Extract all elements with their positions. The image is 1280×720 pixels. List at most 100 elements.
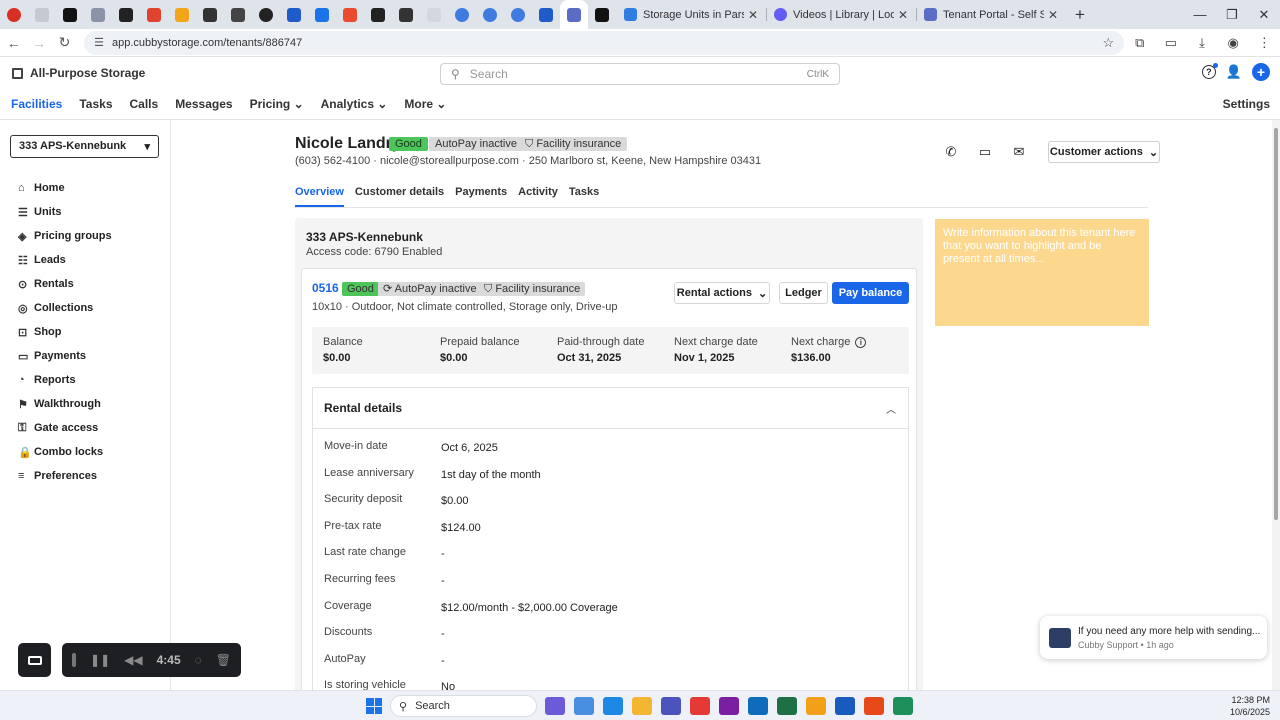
pinned-tab[interactable] — [560, 0, 588, 29]
minimize-icon[interactable]: — — [1184, 7, 1216, 23]
camera-button[interactable] — [18, 643, 51, 677]
sidebar-item-rentals[interactable]: ⊙ Rentals — [18, 272, 112, 296]
taskbar-app-icon[interactable] — [748, 697, 768, 715]
sidebar-item-leads[interactable]: ☷ Leads — [18, 248, 112, 272]
sidebar-item-shop[interactable]: ⊡ Shop — [18, 320, 112, 344]
sidebar-item-collections[interactable]: ◎ Collections — [18, 296, 112, 320]
pinned-tab[interactable] — [112, 0, 140, 29]
pinned-tab[interactable] — [280, 0, 308, 29]
nav-facilities[interactable]: Facilities — [11, 97, 62, 111]
pinned-tab[interactable] — [84, 0, 112, 29]
tab-tasks[interactable]: Tasks — [569, 186, 599, 207]
help-icon[interactable]: ? — [1201, 63, 1218, 79]
nav-analytics[interactable]: Analytics ⌄ — [321, 97, 388, 111]
restart-icon[interactable]: ◌ — [195, 653, 202, 667]
reload-icon[interactable]: ↻ — [53, 34, 76, 51]
browser-tab[interactable]: Videos | Library | Loom ✕ — [766, 0, 916, 29]
support-chat-toast[interactable]: If you need any more help with sending..… — [1040, 616, 1267, 659]
page-scrollbar[interactable] — [1272, 120, 1280, 690]
stop-icon[interactable] — [72, 653, 77, 667]
taskbar-app-icon[interactable] — [603, 697, 623, 715]
nav-more[interactable]: More ⌄ — [404, 97, 446, 111]
taskbar-app-icon[interactable] — [806, 697, 826, 715]
chevron-up-icon[interactable]: ︿ — [886, 401, 896, 416]
phone-icon[interactable]: ✆ — [940, 141, 962, 163]
add-icon[interactable]: + — [1252, 63, 1270, 81]
email-icon[interactable]: ✉ — [1008, 141, 1030, 163]
tenant-notes-field[interactable]: Write information about this tenant here… — [935, 219, 1149, 326]
trash-icon[interactable]: 🗑 — [216, 653, 231, 667]
pay-balance-button[interactable]: Pay balance — [832, 282, 909, 304]
browser-tab[interactable]: Storage Units in Parsonsfield ✕ — [616, 0, 766, 29]
pinned-tab[interactable] — [448, 0, 476, 29]
tab-customer-details[interactable]: Customer details — [355, 186, 444, 207]
browser-tab[interactable]: Tenant Portal - Self Storage ✕ — [916, 0, 1066, 29]
pinned-tab[interactable] — [308, 0, 336, 29]
nav-messages[interactable]: Messages — [175, 97, 232, 111]
settings-link[interactable]: Settings — [1223, 97, 1270, 111]
pinned-tab[interactable] — [420, 0, 448, 29]
pinned-tab[interactable] — [336, 0, 364, 29]
sidebar-item-gate-access[interactable]: ⚿ Gate access — [18, 416, 112, 440]
pinned-tab[interactable] — [364, 0, 392, 29]
extensions-icon[interactable]: ⧉ — [1124, 35, 1155, 51]
windows-start-icon[interactable] — [366, 698, 382, 714]
sidebar-item-pricing-groups[interactable]: ◈ Pricing groups — [18, 224, 112, 248]
sms-icon[interactable]: ▭ — [974, 141, 996, 163]
sidebar-item-units[interactable]: ☰ Units — [18, 200, 112, 224]
pinned-tab[interactable] — [476, 0, 504, 29]
rental-actions-button[interactable]: Rental actions ⌄ — [674, 282, 770, 304]
pinned-tab[interactable] — [140, 0, 168, 29]
unit-number-link[interactable]: 0516 — [312, 281, 339, 295]
pinned-tab[interactable] — [504, 0, 532, 29]
site-info-icon[interactable]: ☰ — [94, 36, 104, 49]
user-icon[interactable]: 👤 — [1226, 64, 1242, 80]
taskbar-app-icon[interactable] — [661, 697, 681, 715]
scrollbar-thumb[interactable] — [1274, 128, 1278, 520]
system-clock[interactable]: 12:38 PM 10/6/2025 — [1230, 694, 1270, 718]
sidebar-item-payments[interactable]: ▭ Payments — [18, 344, 112, 368]
nav-tasks[interactable]: Tasks — [79, 97, 112, 111]
rewind-icon[interactable]: ◀◀ — [124, 653, 142, 667]
info-icon[interactable]: i — [855, 336, 867, 348]
back-icon[interactable]: ← — [2, 35, 25, 51]
url-field[interactable]: ☰ app.cubbystorage.com/tenants/886747 ☆ — [84, 30, 1125, 55]
taskbar-app-icon[interactable] — [574, 697, 594, 715]
close-window-icon[interactable]: ✕ — [1248, 7, 1280, 23]
cast-icon[interactable]: ▭ — [1155, 35, 1186, 51]
taskbar-app-icon[interactable] — [835, 697, 855, 715]
rental-details-header[interactable]: Rental details ︿ — [313, 388, 908, 429]
nav-pricing[interactable]: Pricing ⌄ — [250, 97, 304, 111]
taskbar-app-icon[interactable] — [719, 697, 739, 715]
pinned-tab[interactable] — [168, 0, 196, 29]
taskbar-app-icon[interactable] — [690, 697, 710, 715]
close-icon[interactable]: ✕ — [748, 8, 758, 22]
nav-calls[interactable]: Calls — [130, 97, 159, 111]
sidebar-item-reports[interactable]: ◔ Reports — [18, 368, 112, 392]
sidebar-item-home[interactable]: ⌂ Home — [18, 176, 112, 200]
sidebar-item-walkthrough[interactable]: ⚑ Walkthrough — [18, 392, 112, 416]
download-icon[interactable]: ⤓ — [1186, 35, 1217, 51]
sidebar-item-combo-locks[interactable]: 🔒 Combo locks — [18, 440, 112, 464]
ledger-button[interactable]: Ledger — [779, 282, 828, 304]
profile-icon[interactable]: ◉ — [1218, 35, 1249, 51]
taskbar-search[interactable]: ⚲ Search — [390, 695, 537, 717]
taskbar-app-icon[interactable] — [632, 697, 652, 715]
taskbar-app-icon[interactable] — [864, 697, 884, 715]
pinned-tab[interactable] — [252, 0, 280, 29]
close-icon[interactable]: ✕ — [898, 8, 908, 22]
taskbar-app-icon[interactable] — [893, 697, 913, 715]
sidebar-item-preferences[interactable]: ≡ Preferences — [18, 464, 112, 488]
brand[interactable]: All-Purpose Storage — [12, 66, 145, 80]
tab-activity[interactable]: Activity — [518, 186, 558, 207]
taskbar-app-icon[interactable] — [545, 697, 565, 715]
pinned-tab[interactable] — [532, 0, 560, 29]
close-icon[interactable]: ✕ — [1048, 8, 1058, 22]
forward-icon[interactable]: → — [27, 35, 50, 51]
pinned-tab[interactable] — [224, 0, 252, 29]
search-input[interactable]: ⚲ Search CtrlK — [440, 63, 840, 85]
pause-icon[interactable]: ❚❚ — [90, 653, 110, 667]
restore-icon[interactable]: ❐ — [1216, 7, 1248, 23]
new-tab-button[interactable]: + — [1066, 5, 1094, 25]
taskbar-app-icon[interactable] — [777, 697, 797, 715]
